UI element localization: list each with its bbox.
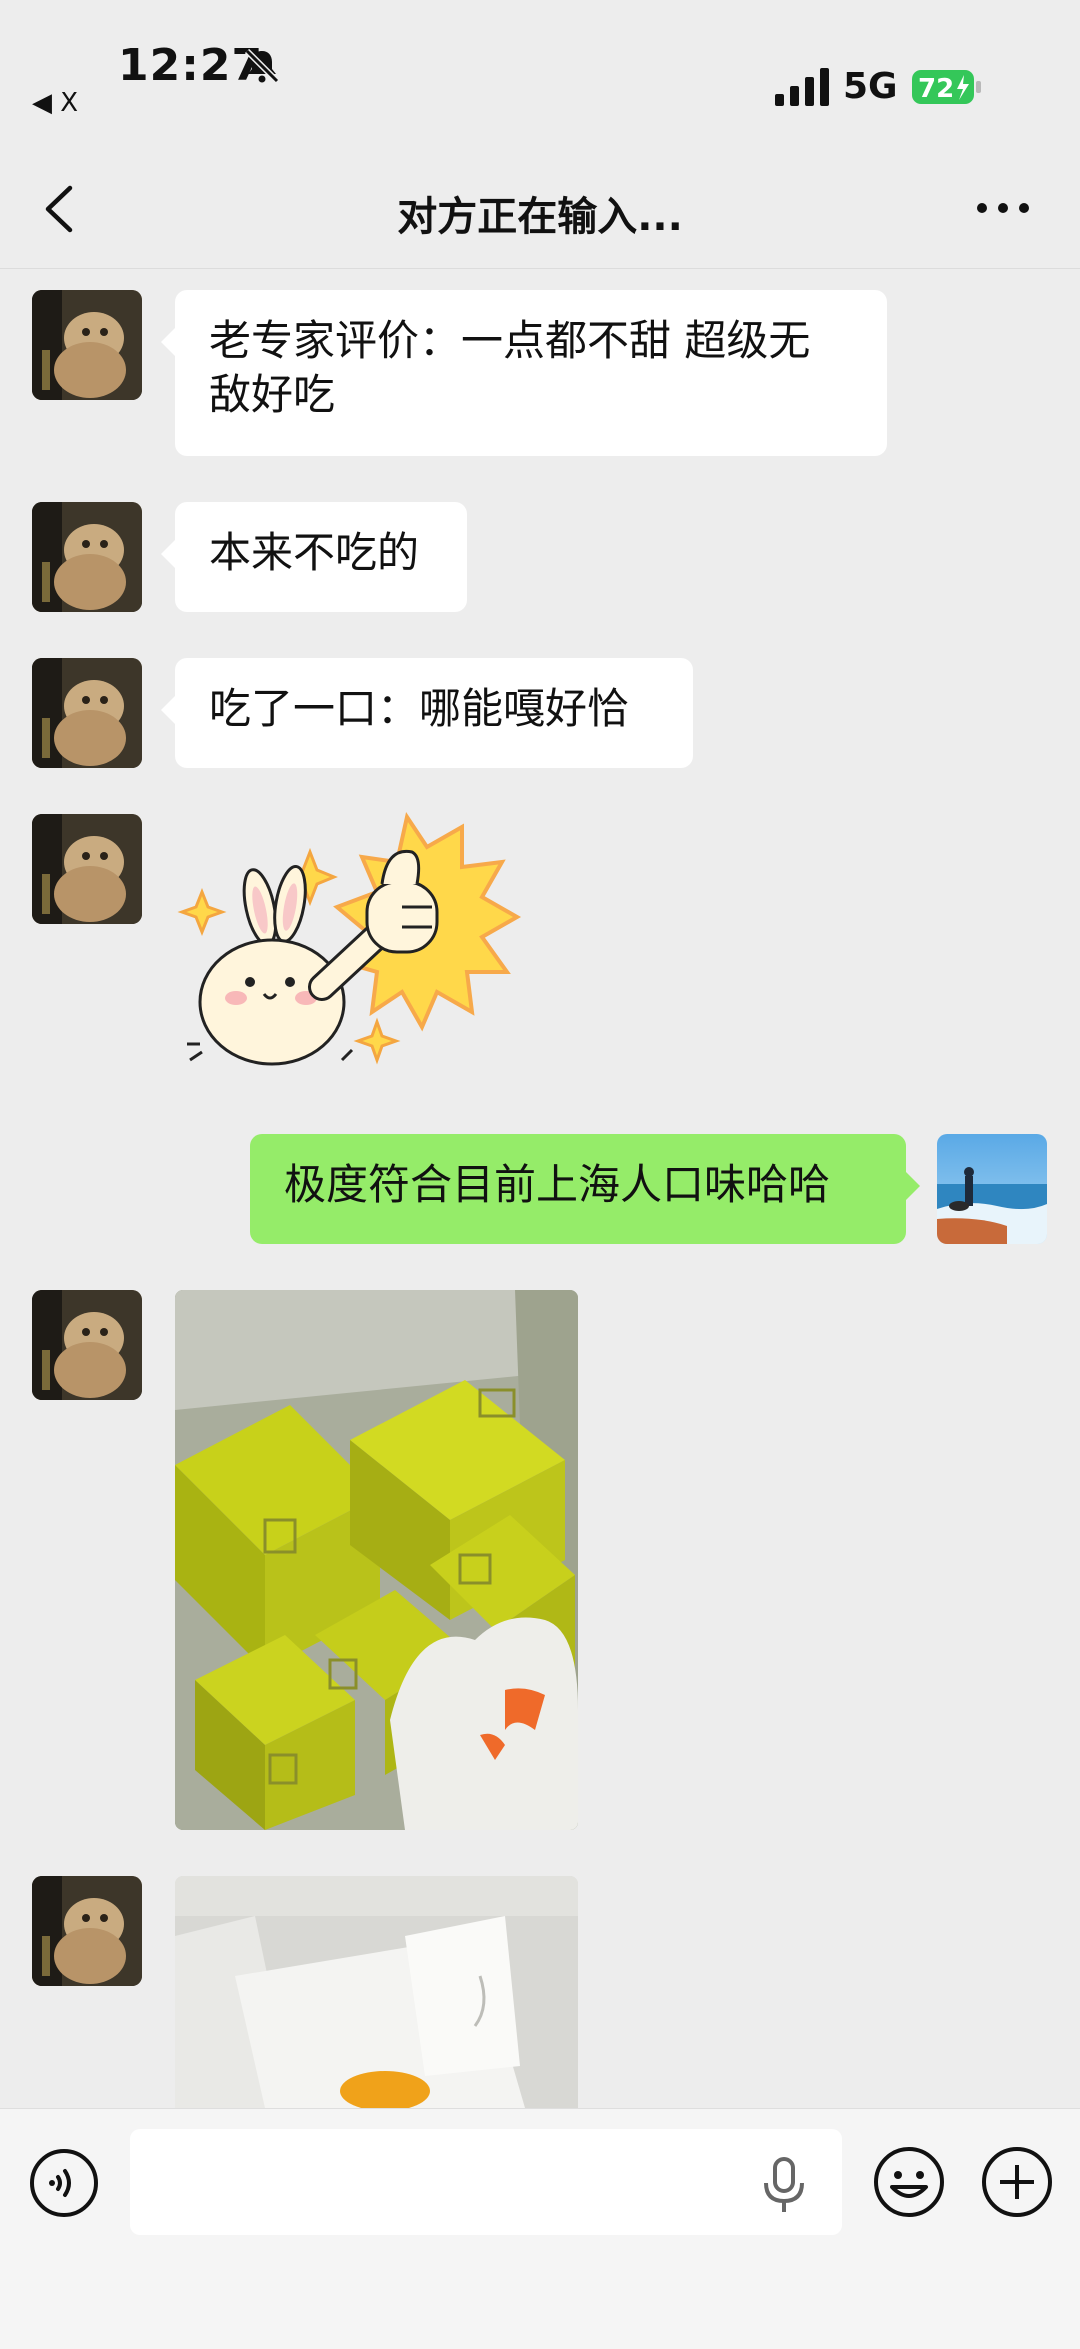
message-text: 极度符合目前上海人口味哈哈 <box>284 1160 831 1209</box>
back-to-app-link[interactable]: ◀ X <box>32 88 78 118</box>
contact-avatar[interactable] <box>32 814 142 924</box>
contact-avatar[interactable] <box>32 290 142 400</box>
message-bubble[interactable]: 老专家评价：一点都不甜 超级无 敌好吃 <box>161 290 887 456</box>
input-bar <box>0 2108 1080 2349</box>
emoji-icon[interactable] <box>872 2145 946 2219</box>
message-bubble[interactable]: 本来不吃的 <box>161 502 467 612</box>
contact-avatar[interactable] <box>32 1876 142 1986</box>
message-text: 本来不吃的 <box>209 528 420 577</box>
green-gift-boxes-photo[interactable] <box>175 1290 578 1830</box>
microphone-icon[interactable] <box>756 2155 812 2215</box>
battery-level: 72 <box>918 74 954 104</box>
more-options-icon[interactable] <box>975 198 1031 218</box>
bunny-thumbs-up-sticker[interactable] <box>172 812 532 1092</box>
message-bubble[interactable]: 吃了一口：哪能嘎好恰 <box>161 658 693 768</box>
bell-muted-icon <box>244 48 280 84</box>
contact-avatar[interactable] <box>32 658 142 768</box>
opened-box-photo[interactable] <box>175 1876 578 2108</box>
status-bar: 12:27 ◀ X 5G 72 <box>0 0 1080 150</box>
my-message-bubble[interactable]: 极度符合目前上海人口味哈哈 <box>250 1134 920 1244</box>
chat-nav-bar: 对方正在输入... <box>0 150 1080 269</box>
contact-avatar[interactable] <box>32 502 142 612</box>
voice-mode-icon[interactable] <box>28 2147 100 2219</box>
battery-icon: 72 <box>912 70 981 104</box>
chat-title: 对方正在输入... <box>397 194 683 240</box>
network-type: 5G <box>843 66 898 107</box>
message-text: 吃了一口：哪能嘎好恰 <box>209 684 630 733</box>
message-text: 老专家评价：一点都不甜 超级无 <box>209 316 811 365</box>
my-avatar[interactable] <box>937 1134 1047 1244</box>
plus-icon[interactable] <box>980 2145 1054 2219</box>
message-text: 敌好吃 <box>209 370 336 419</box>
contact-avatar[interactable] <box>32 1290 142 1400</box>
message-input[interactable] <box>130 2129 842 2235</box>
signal-icon <box>775 68 829 106</box>
